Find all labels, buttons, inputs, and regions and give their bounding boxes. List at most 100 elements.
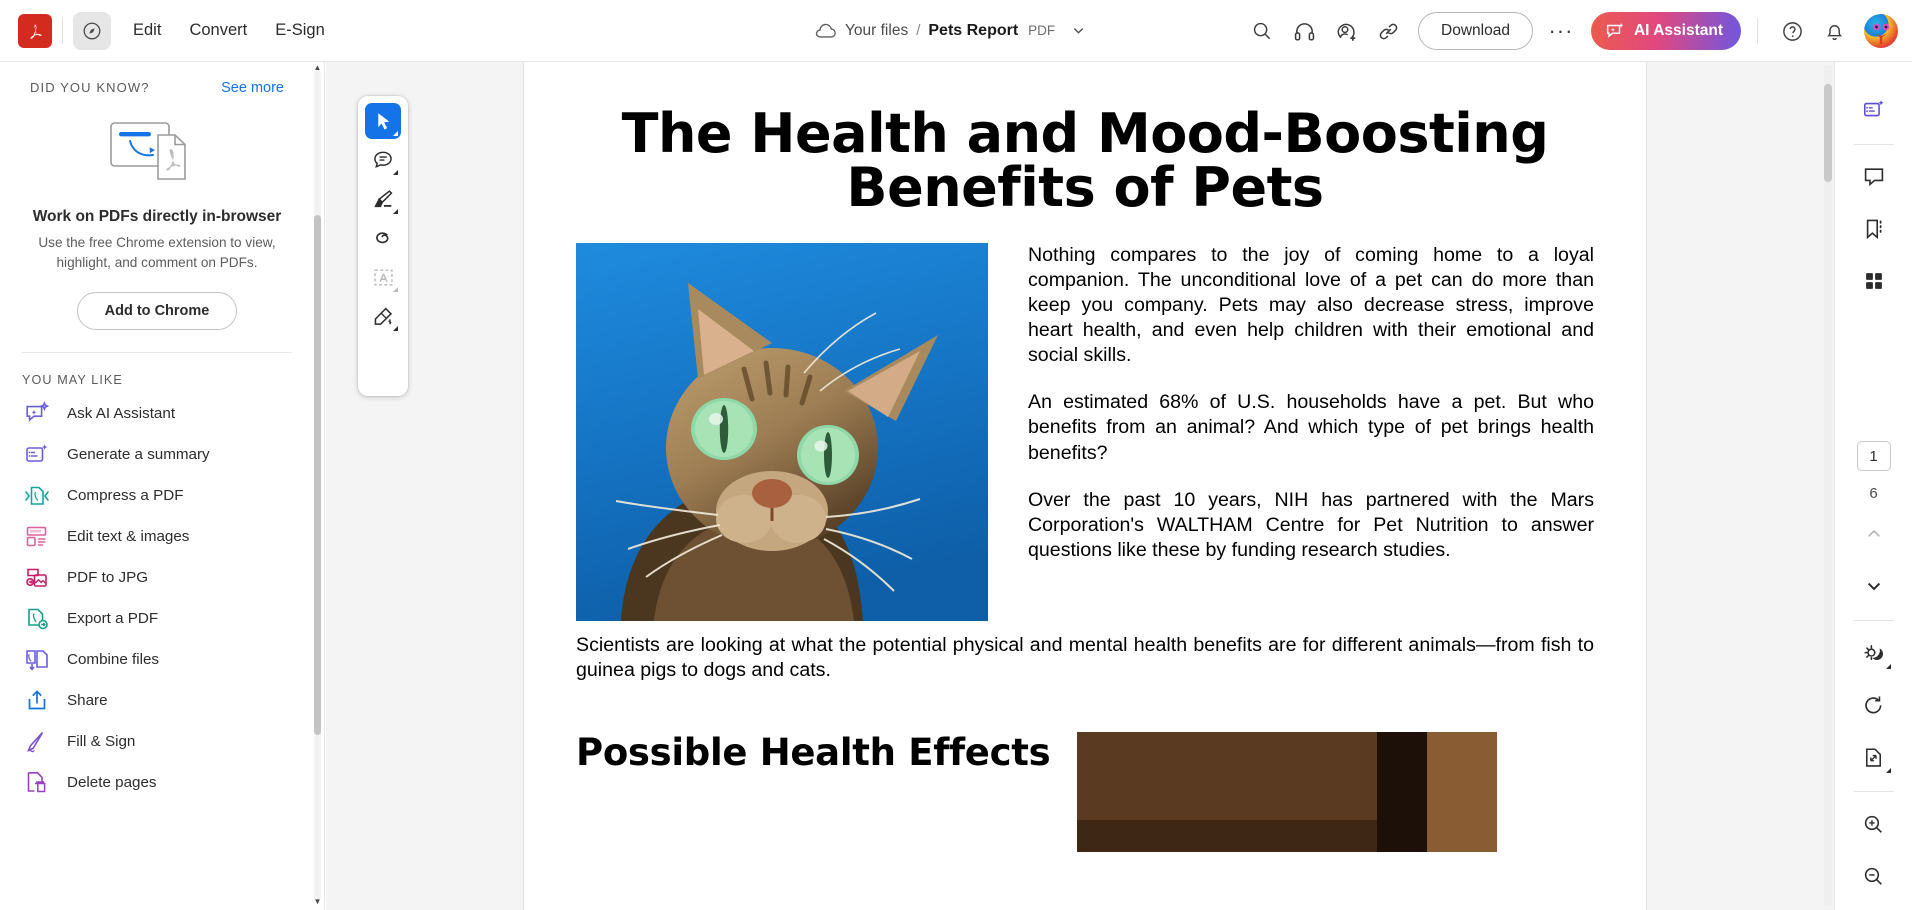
chevron-up-icon — [1867, 529, 1880, 538]
previous-page-button[interactable] — [1854, 514, 1894, 554]
highlight-tool[interactable] — [365, 181, 401, 217]
sidebar-item-label: Export a PDF — [67, 610, 159, 628]
pdf-to-jpg-icon — [23, 564, 50, 591]
sidebar-item-pdf-to-jpg[interactable]: PDF to JPG — [0, 557, 314, 598]
dog-illustration — [1077, 732, 1497, 852]
rail-divider-2 — [1853, 620, 1894, 621]
sidebar-item-label: Edit text & images — [67, 528, 190, 546]
comments-panel-button[interactable] — [1854, 157, 1894, 197]
sun-moon-icon — [1863, 645, 1883, 661]
scroll-down-arrow[interactable]: ▼ — [313, 898, 322, 906]
thumbnails-panel-button[interactable] — [1854, 261, 1894, 301]
tool-options-corner[interactable] — [393, 131, 398, 136]
compress-pdf-icon — [23, 482, 50, 509]
select-view-icon — [83, 22, 101, 39]
breadcrumb-folder[interactable]: Your files — [845, 22, 908, 40]
sidebar-item-label: Share — [67, 692, 108, 710]
sidebar-item-label: Compress a PDF — [67, 487, 184, 505]
user-avatar[interactable] — [1864, 14, 1898, 48]
sidebar-scrollbar[interactable]: ▲ ▼ — [314, 64, 322, 906]
did-you-know-header: DID YOU KNOW? See more — [0, 62, 314, 96]
paragraph-wide: Scientists are looking at what the poten… — [576, 634, 1594, 682]
tool-options-corner[interactable] — [393, 170, 398, 175]
sign-tool[interactable] — [365, 298, 401, 334]
tool-options-corner[interactable] — [393, 287, 398, 292]
rotate-page-button[interactable] — [1854, 685, 1894, 725]
more-options-button[interactable]: ··· — [1545, 15, 1577, 47]
page-number-input[interactable]: 1 — [1856, 441, 1891, 471]
zoom-in-button[interactable] — [1854, 804, 1894, 844]
sidebar-scrollbar-thumb[interactable] — [314, 215, 321, 735]
tool-options-corner[interactable] — [393, 326, 398, 331]
promo-subtitle: Use the free Chrome extension to view, h… — [38, 235, 276, 270]
zoom-out-button[interactable] — [1854, 856, 1894, 896]
document-viewport[interactable]: The Health and Mood-Boosting Benefits of… — [326, 62, 1834, 910]
sidebar-item-generate-a-summary[interactable]: Generate a summary — [0, 434, 314, 475]
comment-bubble-icon — [1864, 168, 1883, 187]
did-you-know-label: DID YOU KNOW? — [30, 80, 150, 95]
sidebar-item-export-a-pdf[interactable]: Export a PDF — [0, 598, 314, 639]
sidebar-item-fill-sign[interactable]: Fill & Sign — [0, 721, 314, 762]
ai-assistant-button[interactable]: AI Assistant — [1590, 12, 1741, 50]
document-scrollbar-thumb[interactable] — [1824, 84, 1832, 182]
menu-bar: Edit Convert E-Sign — [119, 13, 339, 48]
paragraph-2: An estimated 68% of U.S. households have… — [1028, 391, 1594, 464]
breadcrumb: Your files / Pets Report PDF — [815, 22, 1086, 40]
fill-sign-pen-icon — [23, 728, 50, 755]
tool-options-corner[interactable] — [1885, 768, 1891, 773]
view-mode-button[interactable] — [73, 11, 111, 50]
bookmark-icon — [1866, 219, 1881, 240]
share-upload-icon — [23, 687, 50, 714]
top-bar: Edit Convert E-Sign Your files / Pets Re… — [0, 0, 1912, 62]
sidebar-item-delete-pages[interactable]: Delete pages — [0, 762, 314, 803]
document-scrollbar[interactable] — [1824, 66, 1832, 906]
search-icon[interactable] — [1244, 13, 1280, 49]
display-mode-button[interactable] — [1854, 633, 1894, 673]
add-text-tool[interactable] — [365, 259, 401, 295]
menu-edit[interactable]: Edit — [119, 13, 175, 48]
next-page-button[interactable] — [1854, 566, 1894, 606]
download-button[interactable]: Download — [1418, 12, 1533, 50]
paragraph-1: Nothing compares to the joy of coming ho… — [1028, 244, 1594, 367]
ai-summary-panel-button[interactable] — [1854, 90, 1894, 130]
menu-convert[interactable]: Convert — [175, 13, 261, 48]
fit-page-button[interactable] — [1854, 737, 1894, 777]
rotate-clockwise-icon — [1865, 695, 1882, 713]
chevron-down-icon[interactable] — [1071, 23, 1086, 38]
tool-options-corner[interactable] — [393, 209, 398, 214]
ai-chat-sparkle-icon — [23, 400, 50, 427]
bookmarks-panel-button[interactable] — [1854, 209, 1894, 249]
select-cursor-tool[interactable] — [365, 103, 401, 139]
draw-tool[interactable] — [365, 220, 401, 256]
bell-icon[interactable] — [1816, 13, 1852, 49]
sidebar-item-compress-a-pdf[interactable]: Compress a PDF — [0, 475, 314, 516]
sidebar-item-combine-files[interactable]: Combine files — [0, 639, 314, 680]
summary-sparkle-icon — [1863, 100, 1884, 117]
annotation-toolbar — [358, 96, 408, 396]
topbar-actions: Download ··· AI Assistant — [1244, 0, 1898, 62]
adobe-acrobat-logo[interactable] — [18, 13, 52, 48]
page-total-count: 6 — [1869, 485, 1878, 502]
delete-pages-icon — [23, 769, 50, 796]
sidebar-item-label: Fill & Sign — [67, 733, 136, 751]
sidebar-item-edit-text-images[interactable]: Edit text & images — [0, 516, 314, 557]
tool-options-corner[interactable] — [1885, 664, 1891, 669]
help-question-icon[interactable] — [1774, 13, 1810, 49]
you-may-like-label: YOU MAY LIKE — [22, 373, 123, 388]
breadcrumb-file-name: Pets Report — [928, 21, 1019, 39]
see-more-link[interactable]: See more — [221, 80, 284, 96]
sidebar-item-share[interactable]: Share — [0, 680, 314, 721]
ai-assistant-label: AI Assistant — [1633, 22, 1723, 39]
scroll-up-arrow[interactable]: ▲ — [313, 64, 322, 72]
sidebar-item-ask-ai-assistant[interactable]: Ask AI Assistant — [0, 393, 314, 434]
add-to-chrome-button[interactable]: Add to Chrome — [77, 292, 237, 331]
link-icon[interactable] — [1370, 13, 1406, 49]
listen-headphones-icon[interactable] — [1286, 13, 1322, 49]
add-person-icon[interactable] — [1328, 13, 1364, 49]
grid-thumbnails-icon — [1865, 273, 1882, 289]
menu-esign[interactable]: E-Sign — [261, 13, 339, 48]
cloud-icon — [815, 23, 836, 38]
pdf-page-1: The Health and Mood-Boosting Benefits of… — [524, 62, 1646, 910]
sidebar-item-label: Combine files — [67, 651, 160, 669]
add-comment-tool[interactable] — [365, 142, 401, 178]
